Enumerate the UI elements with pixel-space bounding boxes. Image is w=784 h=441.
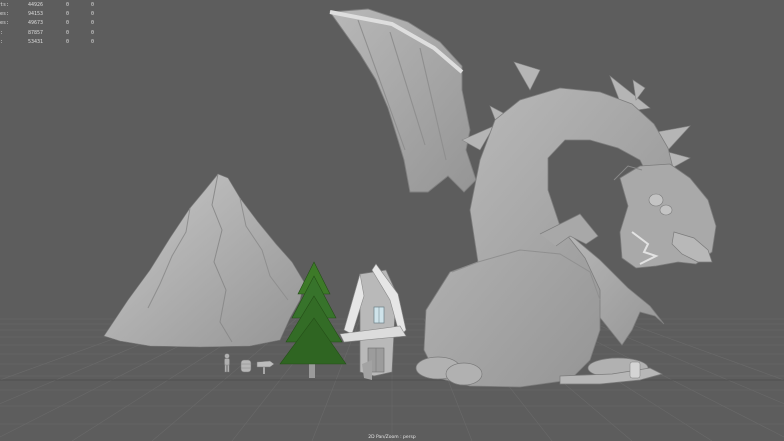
hud-value: 49673 bbox=[28, 20, 44, 27]
hud-row: : 87857 0 0 bbox=[0, 29, 110, 38]
hud-value: 0 bbox=[91, 20, 95, 27]
hud-value: 44926 bbox=[28, 2, 44, 8]
human-reference[interactable] bbox=[224, 353, 230, 373]
hud-value: 0 bbox=[91, 11, 95, 18]
hud-value: 0 bbox=[66, 38, 70, 45]
hud-value: 0 bbox=[66, 11, 70, 18]
hud-value: 87857 bbox=[28, 29, 44, 36]
hud-row: ts: 44926 0 0 bbox=[0, 1, 110, 10]
hud-value: 0 bbox=[66, 20, 70, 27]
hud-value: 0 bbox=[66, 2, 70, 8]
hud-label: ts: bbox=[0, 2, 10, 8]
hud-value: 0 bbox=[91, 29, 95, 36]
dragon-left-wing[interactable] bbox=[329, 8, 477, 193]
heads-up-display: ts: 44926 0 0 es: 94153 0 0 es: 49673 0 0: 87857 0 0: 5… bbox=[0, 1, 110, 47]
mountain-model[interactable] bbox=[103, 173, 305, 348]
hud-row: es: 49673 0 0 bbox=[0, 19, 110, 28]
hud-label: es: bbox=[0, 11, 10, 18]
hud-value: 0 bbox=[91, 38, 95, 45]
barrel-model[interactable] bbox=[240, 359, 252, 373]
hud-value: 53431 bbox=[28, 38, 44, 45]
hud-label: : bbox=[0, 29, 4, 36]
hud-label: es: bbox=[0, 20, 10, 27]
hud-row: es: 94153 0 0 bbox=[0, 10, 110, 19]
hud-label: : bbox=[0, 38, 4, 45]
hud-value: 0 bbox=[66, 29, 70, 36]
hud-row: : 53431 0 0 bbox=[0, 38, 110, 47]
signpost-model[interactable] bbox=[256, 360, 275, 374]
camera-label: 2D Pan/Zoom : persp bbox=[368, 435, 416, 440]
hud-value: 0 bbox=[91, 2, 95, 8]
hud-value: 94153 bbox=[28, 11, 44, 18]
3d-viewport[interactable]: ts: 44926 0 0 es: 94153 0 0 es: 49673 0 0: 87857 0 0: 5… bbox=[0, 0, 784, 441]
scene-canvas[interactable] bbox=[0, 0, 784, 441]
house-model[interactable] bbox=[339, 263, 407, 380]
